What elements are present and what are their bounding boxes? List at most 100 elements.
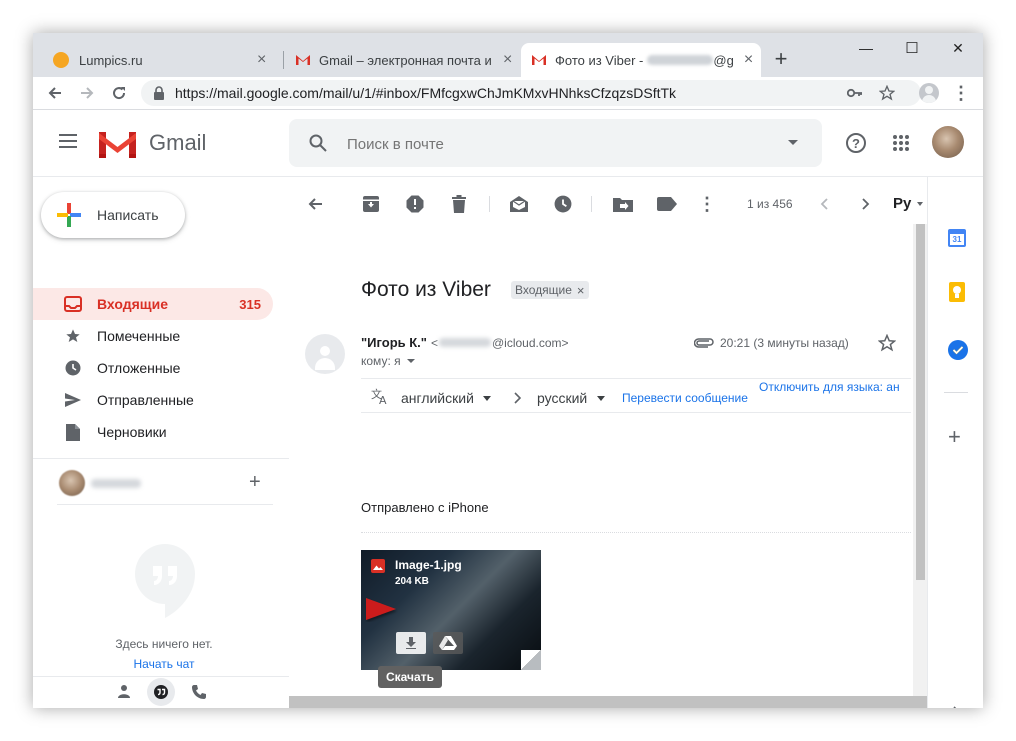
label-tag-icon[interactable]	[655, 192, 679, 216]
search-options-chevron-down-icon[interactable]	[788, 140, 798, 145]
more-options-icon[interactable]: ⋮	[695, 192, 719, 216]
translate-bar-top-border	[361, 378, 911, 379]
main-menu-icon[interactable]	[59, 134, 77, 148]
addons-divider	[944, 392, 968, 393]
attachment-filename: Image-1.jpg	[395, 558, 462, 572]
tab-close-icon[interactable]: ×	[503, 51, 512, 69]
sidebar-item-starred[interactable]: Помеченные	[33, 320, 273, 352]
remove-label-close-icon[interactable]: ×	[577, 283, 585, 298]
forward-icon[interactable]	[75, 81, 99, 105]
bookmark-star-icon[interactable]	[879, 85, 895, 101]
translate-message-link[interactable]: Перевести сообщение	[622, 391, 748, 405]
profile-avatar-icon[interactable]	[919, 83, 939, 103]
delete-trash-icon[interactable]	[447, 192, 471, 216]
keep-bulb-icon[interactable]	[949, 282, 965, 302]
browser-toolbar: https://mail.google.com/mail/u/1/#inbox/…	[33, 77, 983, 110]
search-box[interactable]	[289, 119, 822, 167]
chevron-left-icon[interactable]	[813, 192, 837, 216]
mark-unread-envelope-icon[interactable]	[507, 192, 531, 216]
horizontal-scrollbar[interactable]	[289, 696, 927, 708]
tooltip-text: Скачать	[386, 670, 434, 684]
lumpics-favicon-icon	[53, 52, 69, 68]
source-language[interactable]: английский	[401, 390, 474, 406]
key-icon[interactable]	[847, 88, 863, 98]
unread-count-badge: 315	[239, 296, 261, 312]
tab-viber-photo[interactable]: Фото из Viber - @g ×	[521, 43, 761, 77]
browser-menu-icon[interactable]: ⋮	[952, 81, 970, 105]
svg-text:A: A	[379, 394, 387, 404]
expand-panel-chevron-right-icon[interactable]	[952, 706, 960, 708]
translate-icon: 文A	[371, 388, 387, 404]
target-language-chevron-down-icon[interactable]	[597, 396, 605, 401]
tab-title: Gmail – электронная почта и бе	[319, 52, 495, 68]
close-window-button[interactable]: ✕	[935, 33, 981, 63]
hangouts-user-avatar[interactable]	[59, 470, 85, 496]
recipient-details-chevron-down-icon[interactable]	[406, 359, 415, 363]
phone-icon[interactable]	[191, 684, 207, 700]
language-chevron-down-icon[interactable]	[917, 202, 923, 206]
sidebar-item-label: Входящие	[97, 296, 168, 312]
tab-close-icon[interactable]: ×	[744, 51, 753, 69]
download-button[interactable]	[396, 632, 426, 654]
address-bar[interactable]: https://mail.google.com/mail/u/1/#inbox/…	[141, 80, 921, 106]
tab-strip: Lumpics.ru × Gmail – электронная почта и…	[33, 33, 983, 77]
download-arrow-icon	[406, 637, 416, 649]
new-tab-button[interactable]: +	[769, 46, 793, 71]
hangouts-tab-quote-icon[interactable]	[147, 678, 175, 706]
compose-button[interactable]: Написать	[41, 192, 185, 238]
source-language-chevron-down-icon[interactable]	[483, 396, 491, 401]
snooze-clock-icon[interactable]	[551, 192, 575, 216]
move-to-folder-icon[interactable]	[611, 192, 635, 216]
star-message-icon[interactable]	[878, 334, 896, 352]
tab-title: Фото из Viber -	[555, 52, 644, 68]
email-body-text: Отправлено с iPhone	[361, 500, 489, 515]
message-view: ⋮ 1 из 456 Ру Фото из Viber Входящие × "…	[289, 176, 927, 708]
gmail-favicon-icon	[532, 55, 546, 65]
back-to-inbox-icon[interactable]	[303, 192, 327, 216]
email-time: 20:21 (3 минуты назад)	[720, 336, 849, 350]
tasks-check-icon[interactable]	[948, 340, 968, 360]
sidebar-item-inbox[interactable]: Входящие 315	[33, 288, 273, 320]
divider	[33, 676, 289, 677]
save-to-drive-button[interactable]	[433, 632, 463, 654]
gmail-logo-icon[interactable]	[99, 130, 136, 158]
send-icon	[58, 392, 88, 408]
divider	[57, 504, 273, 505]
sender-email-open: <	[430, 335, 438, 350]
get-addons-plus-icon[interactable]: +	[948, 426, 961, 448]
input-language-button[interactable]: Ру	[893, 195, 911, 212]
lock-icon	[154, 86, 164, 100]
sidebar-item-snoozed[interactable]: Отложенные	[33, 352, 273, 384]
maximize-button[interactable]: ☐	[889, 33, 935, 63]
calendar-icon[interactable]: 31	[948, 229, 966, 247]
minimize-button[interactable]: —	[843, 33, 889, 63]
recipient-line[interactable]: кому: я	[361, 354, 415, 368]
scrollbar-track[interactable]	[913, 224, 927, 708]
apps-grid-icon[interactable]	[893, 135, 909, 151]
tab-gmail[interactable]: Gmail – электронная почта и бе ×	[285, 43, 521, 77]
tab-close-icon[interactable]: ×	[257, 51, 266, 69]
add-contact-icon[interactable]: +	[249, 471, 261, 494]
back-icon[interactable]	[43, 81, 67, 105]
start-chat-link[interactable]: Начать чат	[33, 657, 295, 671]
star-icon	[58, 328, 88, 344]
reload-icon[interactable]	[107, 81, 131, 105]
report-spam-icon[interactable]	[403, 192, 427, 216]
help-icon[interactable]: ?	[846, 133, 866, 153]
tab-lumpics[interactable]: Lumpics.ru ×	[43, 43, 283, 77]
chevron-right-icon[interactable]	[853, 192, 877, 216]
red-annotation-arrow	[299, 596, 400, 622]
search-icon[interactable]	[309, 134, 327, 152]
disable-translate-link[interactable]: Отключить для языка: ан	[759, 380, 900, 394]
hangouts-chat-bubble-icon	[135, 544, 195, 618]
target-language[interactable]: русский	[537, 390, 587, 406]
archive-icon[interactable]	[359, 192, 383, 216]
contacts-person-icon[interactable]	[117, 684, 131, 698]
sidebar-item-drafts[interactable]: Черновики	[33, 416, 273, 448]
scrollbar-thumb[interactable]	[916, 224, 925, 580]
sidebar-item-sent[interactable]: Отправленные	[33, 384, 273, 416]
search-input[interactable]	[345, 131, 769, 157]
sender-name: "Игорь К."	[361, 335, 427, 350]
browser-window: Lumpics.ru × Gmail – электронная почта и…	[33, 33, 983, 708]
account-avatar[interactable]	[932, 126, 964, 158]
